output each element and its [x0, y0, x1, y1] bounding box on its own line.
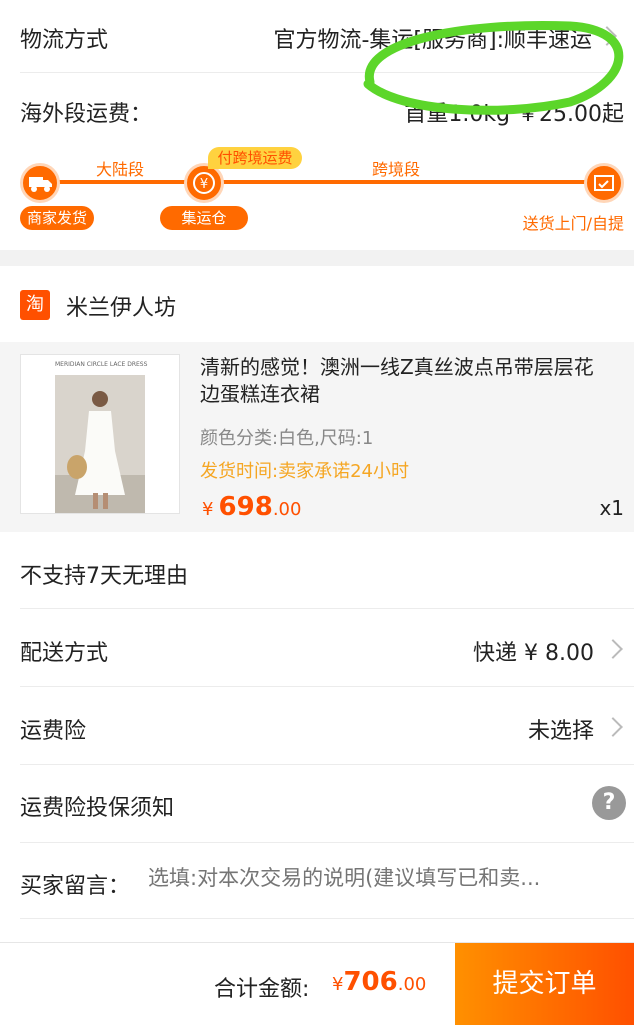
- route-line: [40, 180, 600, 184]
- taobao-icon: 淘: [20, 290, 50, 320]
- total-amount: ¥706.00: [332, 967, 426, 997]
- product-price: ¥ 698.00: [202, 492, 301, 522]
- shop-header[interactable]: 淘 米兰伊人坊: [0, 266, 634, 342]
- order-options: 不支持7天无理由 配送方式 快递 ¥ 8.00 运费险 未选择 运费险投保须知 …: [0, 532, 634, 942]
- no-return-notice: 不支持7天无理由: [20, 564, 188, 589]
- price-integer: 698: [218, 492, 273, 522]
- segment-cross-label: 跨境段: [372, 160, 421, 179]
- product-sku: 颜色分类:白色,尺码:1: [200, 428, 374, 449]
- message-input[interactable]: [148, 858, 618, 898]
- shop-name[interactable]: 米兰伊人坊: [66, 290, 176, 322]
- image-next-icon: [159, 429, 172, 442]
- submit-order-button[interactable]: 提交订单: [455, 943, 634, 1025]
- insurance-notice-label: 运费险投保须知: [20, 796, 175, 821]
- logistics-label: 物流方式: [20, 28, 109, 53]
- delivery-label: 配送方式: [20, 641, 109, 666]
- node-start-label: 商家发货: [20, 206, 94, 230]
- segment-mainland-label: 大陆段: [96, 160, 145, 179]
- chevron-right-icon: [603, 639, 623, 659]
- node-end-label: 送货上门/自提: [522, 214, 624, 233]
- price-decimal: .00: [272, 499, 302, 520]
- product-ship-time: 发货时间:卖家承诺24小时: [200, 461, 409, 482]
- insurance-row[interactable]: 运费险 未选择: [0, 687, 634, 764]
- overseas-fee-label: 海外段运费：: [20, 102, 153, 127]
- checkout-bar: 合计金额: ¥706.00 提交订单: [0, 942, 634, 1025]
- insurance-value: 未选择: [527, 719, 594, 744]
- total-decimal: .00: [397, 974, 427, 995]
- package-icon: [584, 163, 624, 203]
- divider: [20, 764, 634, 765]
- insurance-label: 运费险: [20, 719, 87, 744]
- divider: [20, 842, 634, 843]
- product-title[interactable]: 清新的感觉！澳洲一线Z真丝波点吊带层层花边蛋糕连衣裙: [200, 354, 610, 408]
- yuan-icon: ¥: [184, 163, 224, 203]
- highlight-circle: [363, 21, 624, 115]
- message-label: 买家留言：: [20, 874, 131, 899]
- price-symbol: ¥: [202, 499, 214, 520]
- divider: [20, 918, 634, 919]
- delivery-row[interactable]: 配送方式 快递 ¥ 8.00: [0, 609, 634, 686]
- product-qty: x1: [599, 496, 624, 520]
- product-image[interactable]: MERIDIAN CIRCLE LACE DRESS: [20, 354, 180, 514]
- product-card[interactable]: MERIDIAN CIRCLE LACE DRESS 清新的感觉！澳洲一线Z真丝…: [0, 342, 634, 532]
- total-label: 合计金额:: [214, 977, 310, 1002]
- node-mid-label: 集运仓: [160, 206, 248, 230]
- dress-image: [55, 375, 145, 513]
- svg-text:¥: ¥: [200, 177, 208, 192]
- total-symbol: ¥: [332, 974, 344, 995]
- logistics-section: 物流方式 官方物流-集运[服务商]:顺丰速运 海外段运费： 首重1.0kg ￥2…: [0, 0, 634, 250]
- cross-border-fee-badge: 付跨境运费: [208, 147, 302, 169]
- help-icon[interactable]: ?: [592, 786, 626, 820]
- product-image-caption: MERIDIAN CIRCLE LACE DRESS: [55, 361, 148, 368]
- truck-icon: [20, 163, 60, 203]
- chevron-right-icon: [603, 717, 623, 737]
- total-integer: 706: [343, 967, 398, 997]
- delivery-value: 快递 ¥ 8.00: [473, 641, 594, 666]
